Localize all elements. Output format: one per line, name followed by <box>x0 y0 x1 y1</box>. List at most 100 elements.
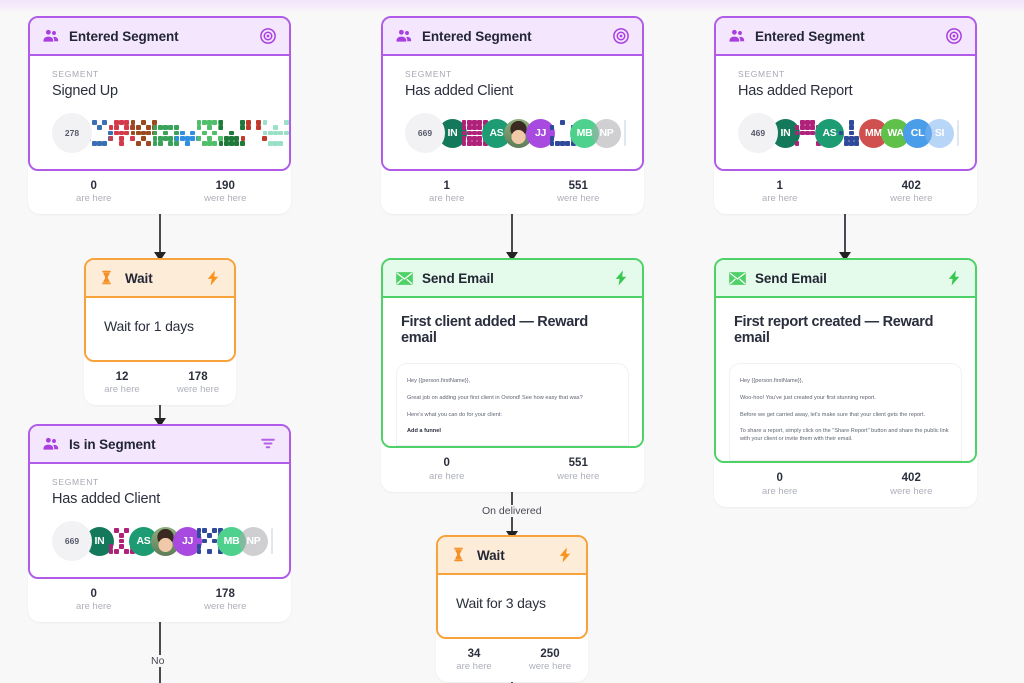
card-body: SEGMENT Has added Client 669 IN AS JJ MB NP <box>30 464 289 577</box>
card-wait[interactable]: Wait Wait for 3 days <box>436 535 588 639</box>
stat-label: were here <box>557 470 600 482</box>
card-title: Send Email <box>422 270 494 286</box>
lightning-icon[interactable] <box>556 546 574 564</box>
card-header: Send Email <box>383 260 642 298</box>
node-stats: 1 are here 402 were here <box>714 171 977 214</box>
stat-were-here: 551 were here <box>513 456 645 481</box>
avatar-initials[interactable]: NP <box>592 118 621 148</box>
segment-name: Has added Client <box>405 83 514 99</box>
card-body: SEGMENT Has added Client 669 IN AS JJ MB NP <box>383 56 642 169</box>
avatar-list: IN AS JJ MB NP <box>85 526 273 556</box>
stat-value: 12 <box>115 371 129 383</box>
segment-name: Has added Report <box>738 83 853 99</box>
node-is-in-segment-has-added-client[interactable]: Is in Segment SEGMENT Has added Client 6… <box>28 424 291 623</box>
target-icon[interactable] <box>612 27 630 45</box>
stat-are-here: 0 are here <box>714 471 846 496</box>
card-wait[interactable]: Wait Wait for 1 days <box>84 258 236 362</box>
stat-label: are here <box>104 384 140 396</box>
node-entered-segment-has-added-report[interactable]: Entered Segment SEGMENT Has added Report… <box>714 16 977 215</box>
email-preview-line: Before we get carried away, let's make s… <box>740 411 926 418</box>
people-icon <box>42 435 60 453</box>
email-preview-line: Hey {{person.firstName}}, <box>407 378 471 384</box>
lightning-icon[interactable] <box>612 269 630 287</box>
node-send-email-first-report-created[interactable]: Send Email First report created — Reward… <box>714 258 977 507</box>
card-condition[interactable]: Is in Segment SEGMENT Has added Client 6… <box>28 424 291 579</box>
stat-were-here: 190 were here <box>160 179 292 204</box>
stat-were-here: 178 were here <box>160 370 236 395</box>
audience-count: 669 <box>405 113 445 153</box>
envelope-icon <box>728 269 746 287</box>
avatar-identicon[interactable] <box>261 119 289 148</box>
card-title: Entered Segment <box>755 28 865 44</box>
card-email[interactable]: Send Email First report created — Reward… <box>714 258 977 464</box>
filter-icon[interactable] <box>259 435 277 453</box>
email-preview-line: Hey {{person.firstName}}, <box>740 378 804 384</box>
stat-value: 402 <box>901 180 921 192</box>
card-body: First report created — Reward email Hey … <box>716 298 975 462</box>
stat-label: are here <box>76 193 112 205</box>
node-entered-segment-has-added-client[interactable]: Entered Segment SEGMENT Has added Client… <box>381 16 644 215</box>
segment-caption: SEGMENT <box>405 69 452 79</box>
email-preview-line: Here's what you can do for your client: <box>407 411 502 418</box>
segment-caption: SEGMENT <box>52 477 99 487</box>
stat-label: are here <box>762 193 798 205</box>
segment-name: Has added Client <box>52 491 161 507</box>
card-trigger[interactable]: Entered Segment SEGMENT Signed Up 278 <box>28 16 291 171</box>
lightning-icon[interactable] <box>204 269 222 287</box>
card-header: Is in Segment <box>30 426 289 464</box>
card-trigger[interactable]: Entered Segment SEGMENT Has added Client… <box>381 16 644 171</box>
stat-were-here: 250 were here <box>512 647 588 672</box>
email-preview-line: Woo-hoo! You've just created your first … <box>740 394 876 401</box>
stat-value: 250 <box>540 648 560 660</box>
card-body: First client added — Reward email Hey {{… <box>383 298 642 447</box>
node-stats: 34 are here 250 were here <box>436 639 588 682</box>
card-header: Entered Segment <box>383 18 642 56</box>
avatar-stack[interactable]: 669 IN AS JJ MB NP <box>405 113 626 153</box>
card-header: Wait <box>438 537 586 575</box>
wait-description: Wait for 1 days <box>104 318 194 334</box>
card-trigger[interactable]: Entered Segment SEGMENT Has added Report… <box>714 16 977 171</box>
node-wait-3-days[interactable]: Wait Wait for 3 days 34 are here 250 wer… <box>436 535 588 683</box>
flow-canvas[interactable]: No On delivered Entered Segment SEGMENT … <box>0 0 1024 683</box>
node-wait-1-days[interactable]: Wait Wait for 1 days 12 are here 178 wer… <box>84 258 236 406</box>
card-title: Wait <box>125 270 153 286</box>
target-icon[interactable] <box>945 27 963 45</box>
email-preview-lines: Hey {{person.firstName}}, Woo-hoo! You've… <box>740 378 951 444</box>
stat-label: were here <box>204 193 247 205</box>
avatar-stack[interactable]: 469 IN AS MM WA CL SI <box>738 113 959 153</box>
node-stats: 0 are here 190 were here <box>28 171 291 214</box>
node-entered-segment-signed-up[interactable]: Entered Segment SEGMENT Signed Up 278 0 … <box>28 16 291 215</box>
stat-value: 0 <box>90 588 97 600</box>
stat-value: 190 <box>215 180 235 192</box>
card-email[interactable]: Send Email First client added — Reward e… <box>381 258 644 449</box>
stat-were-here: 402 were here <box>846 471 978 496</box>
segment-caption: SEGMENT <box>738 69 785 79</box>
avatar-list: IN AS JJ MB NP <box>438 118 626 148</box>
node-stats: 1 are here 551 were here <box>381 171 644 214</box>
stat-are-here: 12 are here <box>84 370 160 395</box>
avatar-stack[interactable]: 669 IN AS JJ MB NP <box>52 521 273 561</box>
stat-are-here: 34 are here <box>436 647 512 672</box>
people-icon <box>728 27 746 45</box>
stat-label: were here <box>890 485 933 497</box>
stat-value: 34 <box>467 648 481 660</box>
avatar-initials[interactable]: SI <box>925 118 954 148</box>
stat-label: were here <box>204 601 247 613</box>
stat-label: are here <box>76 601 112 613</box>
email-subject: First client added — Reward email <box>401 314 588 346</box>
avatar-initials[interactable]: NP <box>239 526 268 556</box>
stat-label: were here <box>176 384 220 396</box>
stat-label: are here <box>429 193 465 205</box>
audience-count: 469 <box>738 113 778 153</box>
avatar-stack[interactable]: 278 <box>52 113 289 153</box>
card-header: Send Email <box>716 260 975 298</box>
lightning-icon[interactable] <box>945 269 963 287</box>
email-preview[interactable]: Hey {{person.firstName}}, Great job on ad… <box>397 364 628 447</box>
node-send-email-first-client-added[interactable]: Send Email First client added — Reward e… <box>381 258 644 492</box>
stat-were-here: 551 were here <box>513 179 645 204</box>
audience-count: 278 <box>52 113 92 153</box>
target-icon[interactable] <box>259 27 277 45</box>
card-body: SEGMENT Signed Up 278 <box>30 56 289 169</box>
email-preview[interactable]: Hey {{person.firstName}}, Woo-hoo! You've… <box>730 364 961 462</box>
branch-label-no: No <box>147 655 169 667</box>
